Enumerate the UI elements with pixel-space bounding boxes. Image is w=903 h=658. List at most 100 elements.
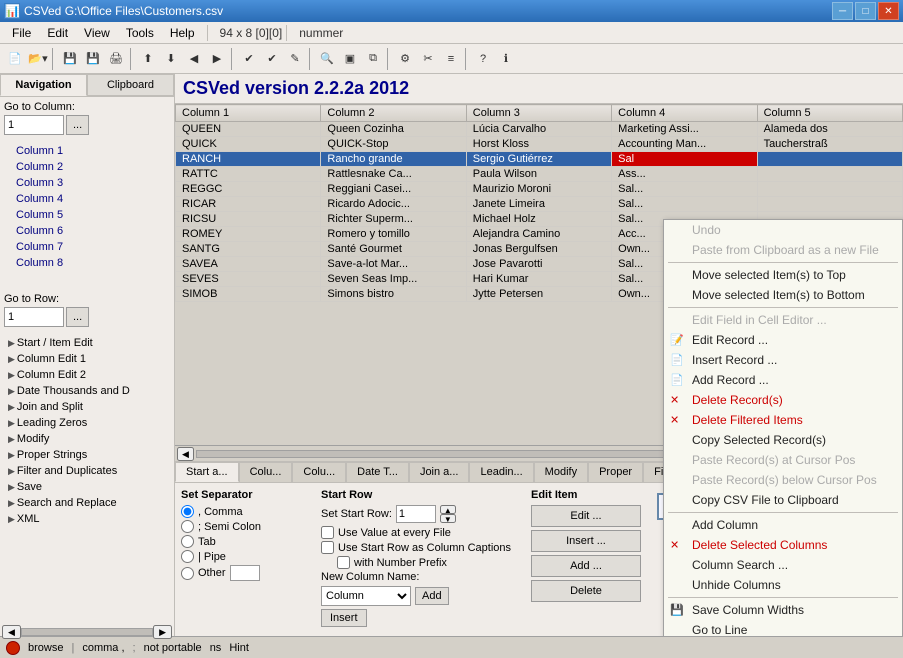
startrow-up[interactable]: ▲ (440, 505, 456, 514)
tree-xml[interactable]: ▶XML (0, 511, 174, 527)
tb-cols[interactable]: ≡ (440, 48, 462, 70)
table-row[interactable]: QUICK QUICK-Stop Horst Kloss Accounting … (176, 137, 903, 152)
col-item-8[interactable]: Column 8 (0, 255, 174, 271)
col-header-3[interactable]: Column 3 (466, 105, 611, 122)
tree-join-split[interactable]: ▶Join and Split (0, 399, 174, 415)
tb-help[interactable]: ? (472, 48, 494, 70)
menu-view[interactable]: View (76, 24, 118, 42)
ctx-move-bottom[interactable]: Move selected Item(s) to Bottom (664, 285, 902, 305)
minimize-button[interactable]: ─ (832, 2, 853, 20)
menu-help[interactable]: Help (162, 24, 203, 42)
tb-filter[interactable]: ▣ (339, 48, 361, 70)
tb-save2[interactable]: 💾 (82, 48, 104, 70)
startrow-input[interactable] (396, 505, 436, 523)
col-header-5[interactable]: Column 5 (757, 105, 902, 122)
add-col-btn[interactable]: Add (415, 587, 449, 605)
maximize-button[interactable]: □ (855, 2, 876, 20)
newcol-select[interactable]: Column (321, 586, 411, 606)
radio-tab-input[interactable] (181, 535, 194, 548)
col-item-2[interactable]: Column 2 (0, 159, 174, 175)
ctx-paste-below[interactable]: Paste Record(s) below Cursor Pos (664, 470, 902, 490)
tab-join[interactable]: Join a... (409, 462, 470, 482)
tb-copy[interactable]: ⧉ (362, 48, 384, 70)
col-item-1[interactable]: Column 1 (0, 143, 174, 159)
tb-action4[interactable]: ▶ (206, 48, 228, 70)
tree-search-replace[interactable]: ▶Search and Replace (0, 495, 174, 511)
tb-action3[interactable]: ◀ (183, 48, 205, 70)
startrow-down[interactable]: ▼ (440, 514, 456, 523)
other-sep-input[interactable] (230, 565, 260, 581)
tb-search[interactable]: 🔍 (316, 48, 338, 70)
table-row[interactable]: RATTC Rattlesnake Ca... Paula Wilson Ass… (176, 167, 903, 182)
tb-action1[interactable]: ⬆ (137, 48, 159, 70)
menu-tools[interactable]: Tools (118, 24, 162, 42)
col-item-5[interactable]: Column 5 (0, 207, 174, 223)
menu-file[interactable]: File (4, 24, 39, 42)
tb-open-arrow[interactable]: 📂▾ (27, 48, 49, 70)
tab-navigation[interactable]: Navigation (0, 74, 87, 96)
ctx-edit-record[interactable]: 📝Edit Record ... (664, 330, 902, 350)
tb-check2[interactable]: ✔ (261, 48, 283, 70)
tb-save[interactable]: 💾 (59, 48, 81, 70)
tab-start[interactable]: Start a... (175, 462, 239, 482)
tree-proper-strings[interactable]: ▶Proper Strings (0, 447, 174, 463)
ctx-save-col-widths[interactable]: 💾Save Column Widths (664, 600, 902, 620)
table-row[interactable]: RICAR Ricardo Adocic... Janete Limeira S… (176, 197, 903, 212)
col-header-4[interactable]: Column 4 (612, 105, 757, 122)
tree-date-thousands[interactable]: ▶Date Thousands and D (0, 383, 174, 399)
ctx-paste-clipboard-file[interactable]: Paste from Clipboard as a new File (664, 240, 902, 260)
left-scroll-right[interactable]: ▶ (153, 625, 172, 639)
ctx-undo[interactable]: Undo (664, 220, 902, 240)
tb-edit[interactable]: ✎ (284, 48, 306, 70)
tab-clipboard[interactable]: Clipboard (87, 74, 174, 96)
scroll-left-btn[interactable]: ◀ (177, 447, 194, 461)
tab-proper[interactable]: Proper (588, 462, 643, 482)
tab-col2[interactable]: Colu... (292, 462, 346, 482)
tree-column-edit-2[interactable]: ▶Column Edit 2 (0, 367, 174, 383)
tb-check[interactable]: ✔ (238, 48, 260, 70)
close-button[interactable]: ✕ (878, 2, 899, 20)
goto-col-input[interactable] (4, 115, 64, 135)
tab-date[interactable]: Date T... (346, 462, 409, 482)
col-item-7[interactable]: Column 7 (0, 239, 174, 255)
radio-comma-input[interactable] (181, 505, 194, 518)
col-item-6[interactable]: Column 6 (0, 223, 174, 239)
tb-cut[interactable]: ✂ (417, 48, 439, 70)
col-header-1[interactable]: Column 1 (176, 105, 321, 122)
table-row[interactable]: QUEEN Queen Cozinha Lúcia Carvalho Marke… (176, 122, 903, 137)
add-item-btn[interactable]: Add ... (531, 555, 641, 577)
goto-row-button[interactable]: ... (66, 307, 89, 327)
ctx-column-search[interactable]: Column Search ... (664, 555, 902, 575)
ctx-insert-record[interactable]: 📄Insert Record ... (664, 350, 902, 370)
insert-btn[interactable]: Insert (321, 609, 367, 627)
col-header-2[interactable]: Column 2 (321, 105, 466, 122)
col-item-3[interactable]: Column 3 (0, 175, 174, 191)
tb-tools[interactable]: ⚙ (394, 48, 416, 70)
tree-leading-zeros[interactable]: ▶Leading Zeros (0, 415, 174, 431)
tb-print[interactable]: 🖨 (105, 48, 127, 70)
goto-row-input[interactable] (4, 307, 64, 327)
ctx-copy-csv[interactable]: Copy CSV File to Clipboard (664, 490, 902, 510)
check-number-prefix-input[interactable] (337, 556, 350, 569)
tree-filter-duplicates[interactable]: ▶Filter and Duplicates (0, 463, 174, 479)
insert-item-btn[interactable]: Insert ... (531, 530, 641, 552)
ctx-goto-line[interactable]: Go to Line (664, 620, 902, 636)
ctx-edit-field-cell[interactable]: Edit Field in Cell Editor ... (664, 310, 902, 330)
check-every-file-input[interactable] (321, 526, 334, 539)
radio-other-input[interactable] (181, 567, 194, 580)
tb-new[interactable]: 📄 (4, 48, 26, 70)
tab-col1[interactable]: Colu... (239, 462, 293, 482)
radio-pipe-input[interactable] (181, 550, 194, 563)
ctx-add-record[interactable]: 📄Add Record ... (664, 370, 902, 390)
ctx-add-column[interactable]: Add Column (664, 515, 902, 535)
tab-leading[interactable]: Leadin... (469, 462, 533, 482)
tree-column-edit-1[interactable]: ▶Column Edit 1 (0, 351, 174, 367)
tb-info[interactable]: ℹ (495, 48, 517, 70)
radio-semi-input[interactable] (181, 520, 194, 533)
menu-edit[interactable]: Edit (39, 24, 76, 42)
tb-action2[interactable]: ⬇ (160, 48, 182, 70)
ctx-delete-columns[interactable]: ✕Delete Selected Columns (664, 535, 902, 555)
col-item-4[interactable]: Column 4 (0, 191, 174, 207)
ctx-paste-cursor[interactable]: Paste Record(s) at Cursor Pos (664, 450, 902, 470)
tree-start-item-edit[interactable]: ▶Start / Item Edit (0, 335, 174, 351)
